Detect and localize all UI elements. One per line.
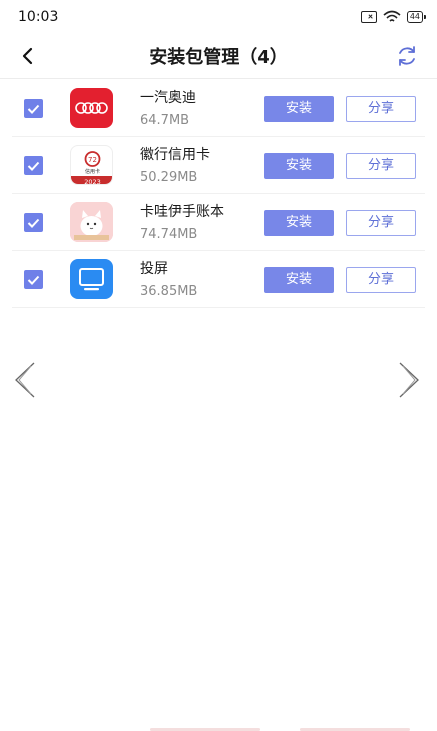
select-checkbox[interactable] [24, 156, 43, 175]
checkmark-icon [27, 104, 40, 114]
install-button[interactable]: 安装 [264, 153, 334, 179]
huishang-credit-card-icon[interactable]: 72 信用卡 2023 [70, 145, 113, 185]
header-divider [0, 78, 437, 79]
checkmark-icon [27, 218, 40, 228]
app-size: 36.85MB [140, 284, 198, 299]
status-time: 10:03 [18, 9, 59, 25]
app-size: 64.7MB [140, 113, 190, 128]
app-size: 74.74MB [140, 227, 198, 242]
chevron-right-icon [399, 362, 419, 398]
share-button[interactable]: 分享 [346, 96, 416, 122]
app-size: 50.29MB [140, 170, 198, 185]
card-icon-year: 2023 [84, 178, 101, 185]
chevron-left-icon [15, 362, 35, 398]
select-checkbox[interactable] [24, 99, 43, 118]
screen-cast-icon[interactable] [70, 259, 113, 299]
install-button[interactable]: 安装 [264, 210, 334, 236]
svg-text:72: 72 [88, 156, 97, 164]
select-checkbox[interactable] [24, 213, 43, 232]
share-button[interactable]: 分享 [346, 267, 416, 293]
install-button[interactable]: 安装 [264, 267, 334, 293]
list-item: 投屏 36.85MB 安装 分享 [12, 251, 425, 308]
share-button[interactable]: 分享 [346, 210, 416, 236]
app-list: 一汽奥迪 64.7MB 安装 分享 72 信用卡 2023 徽行信用卡 50.2… [0, 80, 437, 308]
audi-rings-icon[interactable] [70, 88, 113, 128]
kawaii-cat-icon[interactable] [70, 202, 113, 242]
refresh-button[interactable] [393, 42, 421, 70]
list-item: 卡哇伊手账本 74.74MB 安装 分享 [12, 194, 425, 251]
list-item: 72 信用卡 2023 徽行信用卡 50.29MB 安装 分享 [12, 137, 425, 194]
card-icon-text: 信用卡 [85, 168, 100, 175]
wifi-icon [383, 10, 401, 22]
select-checkbox[interactable] [24, 270, 43, 289]
app-name: 卡哇伊手账本 [140, 204, 224, 220]
refresh-icon [399, 46, 415, 66]
share-button[interactable]: 分享 [346, 153, 416, 179]
no-sim-icon [360, 11, 377, 23]
app-name: 投屏 [140, 261, 168, 277]
previous-page-button[interactable] [10, 360, 40, 400]
next-page-button[interactable] [394, 360, 424, 400]
battery-icon: 44 [406, 11, 427, 23]
status-icons: 44 [360, 10, 427, 24]
page-title: 安装包管理（4） [149, 47, 288, 68]
nav-bar: 安装包管理（4） [0, 36, 437, 76]
bottom-strip [0, 724, 437, 731]
list-item: 一汽奥迪 64.7MB 安装 分享 [12, 80, 425, 137]
app-name: 一汽奥迪 [140, 90, 196, 106]
install-button[interactable]: 安装 [264, 96, 334, 122]
app-name: 徽行信用卡 [140, 147, 210, 163]
status-bar: 10:03 44 [0, 0, 437, 36]
checkmark-icon [27, 275, 40, 285]
checkmark-icon [27, 161, 40, 171]
